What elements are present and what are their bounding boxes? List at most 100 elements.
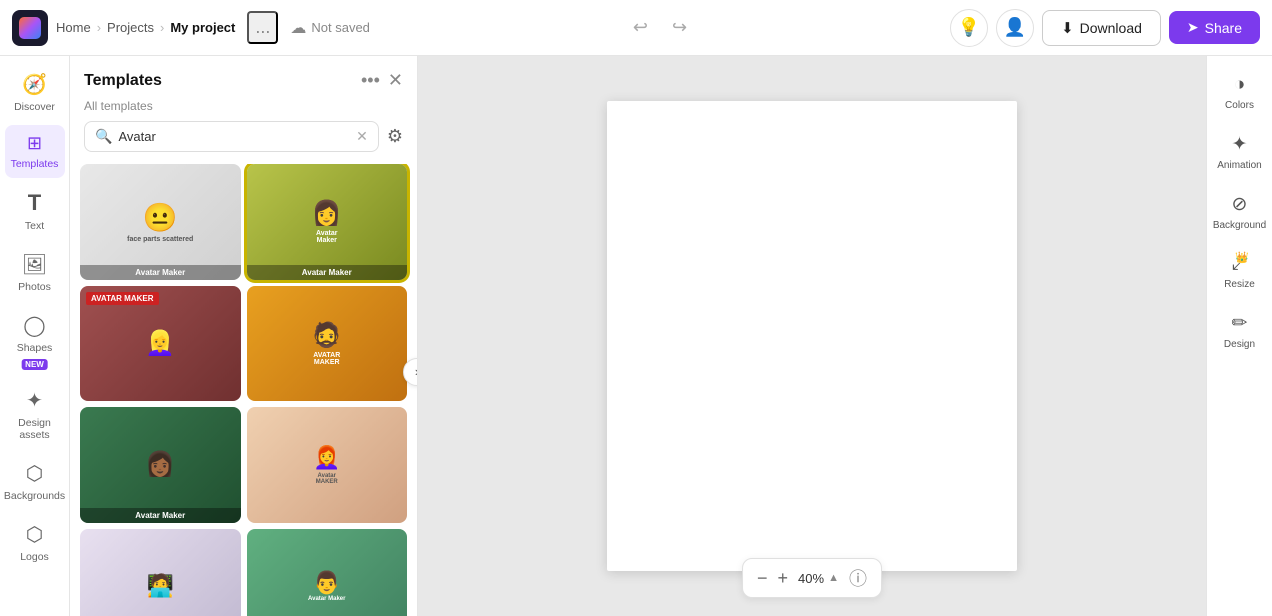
discover-icon: 🧭 xyxy=(22,72,47,97)
sidebar-item-shapes-label: Shapes xyxy=(17,342,53,354)
panel-scroll[interactable]: › 😐 face parts scattered Avatar Maker xyxy=(70,164,417,616)
search-input[interactable] xyxy=(118,129,350,144)
sidebar-item-design-assets[interactable]: ✦ Design assets xyxy=(5,380,65,449)
templates-panel: Templates ••• ✕ All templates 🔍 ✕ ⚙ › xyxy=(70,56,418,616)
crown-badge: 👑 xyxy=(1235,251,1249,264)
search-clear-button[interactable]: ✕ xyxy=(356,128,368,145)
breadcrumb-sep-1: › xyxy=(97,20,101,35)
background-icon: ⊘ xyxy=(1232,193,1248,216)
template-label-1: Avatar Maker xyxy=(80,265,241,280)
cloud-icon: ☁ xyxy=(290,18,306,38)
search-row: 🔍 ✕ ⚙ xyxy=(70,121,417,164)
sidebar-item-shapes[interactable]: ◯ Shapes NEW xyxy=(5,305,65,376)
templates-icon: ⊞ xyxy=(27,133,42,154)
template-card-5[interactable]: 👩🏾 Avatar Maker xyxy=(80,407,241,523)
canvas-background xyxy=(607,101,1017,571)
sidebar-item-discover-label: Discover xyxy=(14,101,55,113)
zoom-in-button[interactable]: + xyxy=(778,568,789,589)
sidebar-item-text-label: Text xyxy=(25,220,44,232)
template-card-3[interactable]: 👱‍♀️ AVATAR MAKER xyxy=(80,286,241,402)
design-assets-icon: ✦ xyxy=(26,388,43,413)
zoom-info-button[interactable]: ⓘ xyxy=(849,565,867,591)
resize-icon-wrap: ⤢ 👑 xyxy=(1232,253,1247,275)
right-sidebar-design[interactable]: ✏ Design xyxy=(1211,304,1269,358)
panel-title: Templates xyxy=(84,72,162,90)
search-icon: 🔍 xyxy=(95,128,112,145)
text-icon: T xyxy=(28,190,41,216)
sidebar-item-text[interactable]: T Text xyxy=(5,182,65,240)
sidebar-item-photos[interactable]: 🖼 Photos xyxy=(5,244,65,301)
filter-button[interactable]: ⚙ xyxy=(387,126,403,147)
topbar: Home › Projects › My project ... ☁ Not s… xyxy=(0,0,1272,56)
template-label-3: AVATAR MAKER xyxy=(86,292,159,305)
magic-button[interactable]: 💡 xyxy=(950,9,988,47)
template-label-2: Avatar Maker xyxy=(247,265,408,280)
search-box: 🔍 ✕ xyxy=(84,121,379,152)
zoom-chevron-icon: ▲ xyxy=(828,572,839,584)
right-sidebar-colors-label: Colors xyxy=(1225,100,1254,111)
right-sidebar-colors[interactable]: ◑ Colors xyxy=(1211,66,1269,119)
shapes-icon: ◯ xyxy=(23,313,45,338)
sidebar-item-templates[interactable]: ⊞ Templates xyxy=(5,125,65,178)
sidebar-item-backgrounds-label: Backgrounds xyxy=(4,490,65,502)
design-icon: ✏ xyxy=(1232,312,1248,335)
app-logo xyxy=(12,10,48,46)
right-sidebar-background-label: Background xyxy=(1213,220,1266,231)
breadcrumb-current: My project xyxy=(170,20,235,35)
share-button[interactable]: ➤ Share xyxy=(1169,11,1260,44)
template-card-7[interactable]: 🧑‍💻 Avatar Maker xyxy=(80,529,241,616)
redo-button[interactable]: ↪ xyxy=(666,13,693,42)
breadcrumb: Home › Projects › My project xyxy=(56,20,235,35)
right-sidebar-animation-label: Animation xyxy=(1217,160,1261,171)
shapes-new-badge: NEW xyxy=(21,359,48,370)
magic-icon: 💡 xyxy=(958,17,980,38)
panel-more-button[interactable]: ••• xyxy=(361,70,380,91)
left-sidebar: 🧭 Discover ⊞ Templates T Text 🖼 Photos ◯… xyxy=(0,56,70,616)
template-label-5: Avatar Maker xyxy=(80,508,241,523)
logos-icon: ⬡ xyxy=(26,522,43,547)
save-status: ☁ Not saved xyxy=(290,18,370,38)
breadcrumb-home[interactable]: Home xyxy=(56,20,91,35)
template-card-6[interactable]: 👩‍🦰 AvatarMAKER xyxy=(247,407,408,523)
zoom-out-button[interactable]: − xyxy=(757,568,768,589)
canvas-area: − + 40% ▲ ⓘ xyxy=(418,56,1206,616)
sidebar-item-discover[interactable]: 🧭 Discover xyxy=(5,64,65,121)
right-sidebar-background[interactable]: ⊘ Background xyxy=(1211,185,1269,239)
zoom-bar: − + 40% ▲ ⓘ xyxy=(742,558,882,598)
backgrounds-icon: ⬡ xyxy=(26,461,43,486)
undo-button[interactable]: ↩ xyxy=(627,13,654,42)
sidebar-item-logos-label: Logos xyxy=(20,551,49,563)
breadcrumb-projects[interactable]: Projects xyxy=(107,20,154,35)
main-layout: 🧭 Discover ⊞ Templates T Text 🖼 Photos ◯… xyxy=(0,56,1272,616)
template-grid: 😐 face parts scattered Avatar Maker 👩 Av… xyxy=(80,164,407,616)
animation-icon: ✦ xyxy=(1232,133,1248,156)
panel-header: Templates ••• ✕ xyxy=(70,56,417,99)
right-sidebar-animation[interactable]: ✦ Animation xyxy=(1211,125,1269,179)
panel-header-actions: ••• ✕ xyxy=(361,70,403,91)
panel-subtitle: All templates xyxy=(70,99,417,121)
sidebar-item-templates-label: Templates xyxy=(11,158,59,170)
avatar-button[interactable]: 👤 xyxy=(996,9,1034,47)
sidebar-item-backgrounds[interactable]: ⬡ Backgrounds xyxy=(5,453,65,510)
template-card-2[interactable]: 👩 AvatarMaker Avatar Maker xyxy=(247,164,408,280)
breadcrumb-sep-2: › xyxy=(160,20,164,35)
zoom-level-value: 40% xyxy=(798,571,824,586)
colors-icon: ◑ xyxy=(1234,74,1245,96)
download-icon: ⬇ xyxy=(1061,19,1074,37)
download-button[interactable]: ⬇ Download xyxy=(1042,10,1161,46)
zoom-level[interactable]: 40% ▲ xyxy=(798,571,839,586)
sidebar-item-design-assets-label: Design assets xyxy=(9,417,61,441)
right-sidebar-resize-label: Resize xyxy=(1224,279,1255,290)
sidebar-item-photos-label: Photos xyxy=(18,281,51,293)
panel-close-button[interactable]: ✕ xyxy=(388,70,403,91)
sidebar-item-logos[interactable]: ⬡ Logos xyxy=(5,514,65,571)
template-card-8[interactable]: 👨 Avatar Maker xyxy=(247,529,408,616)
topbar-center: ↩ ↪ xyxy=(378,13,942,42)
right-sidebar-resize[interactable]: ⤢ 👑 Resize xyxy=(1211,245,1269,298)
template-card-1[interactable]: 😐 face parts scattered Avatar Maker xyxy=(80,164,241,280)
topbar-right: 💡 👤 ⬇ Download ➤ Share xyxy=(950,9,1260,47)
right-sidebar-design-label: Design xyxy=(1224,339,1255,350)
more-options-button[interactable]: ... xyxy=(247,11,278,44)
avatar-icon: 👤 xyxy=(1004,17,1026,38)
template-card-4[interactable]: 🧔 AVATARMAKER xyxy=(247,286,408,402)
